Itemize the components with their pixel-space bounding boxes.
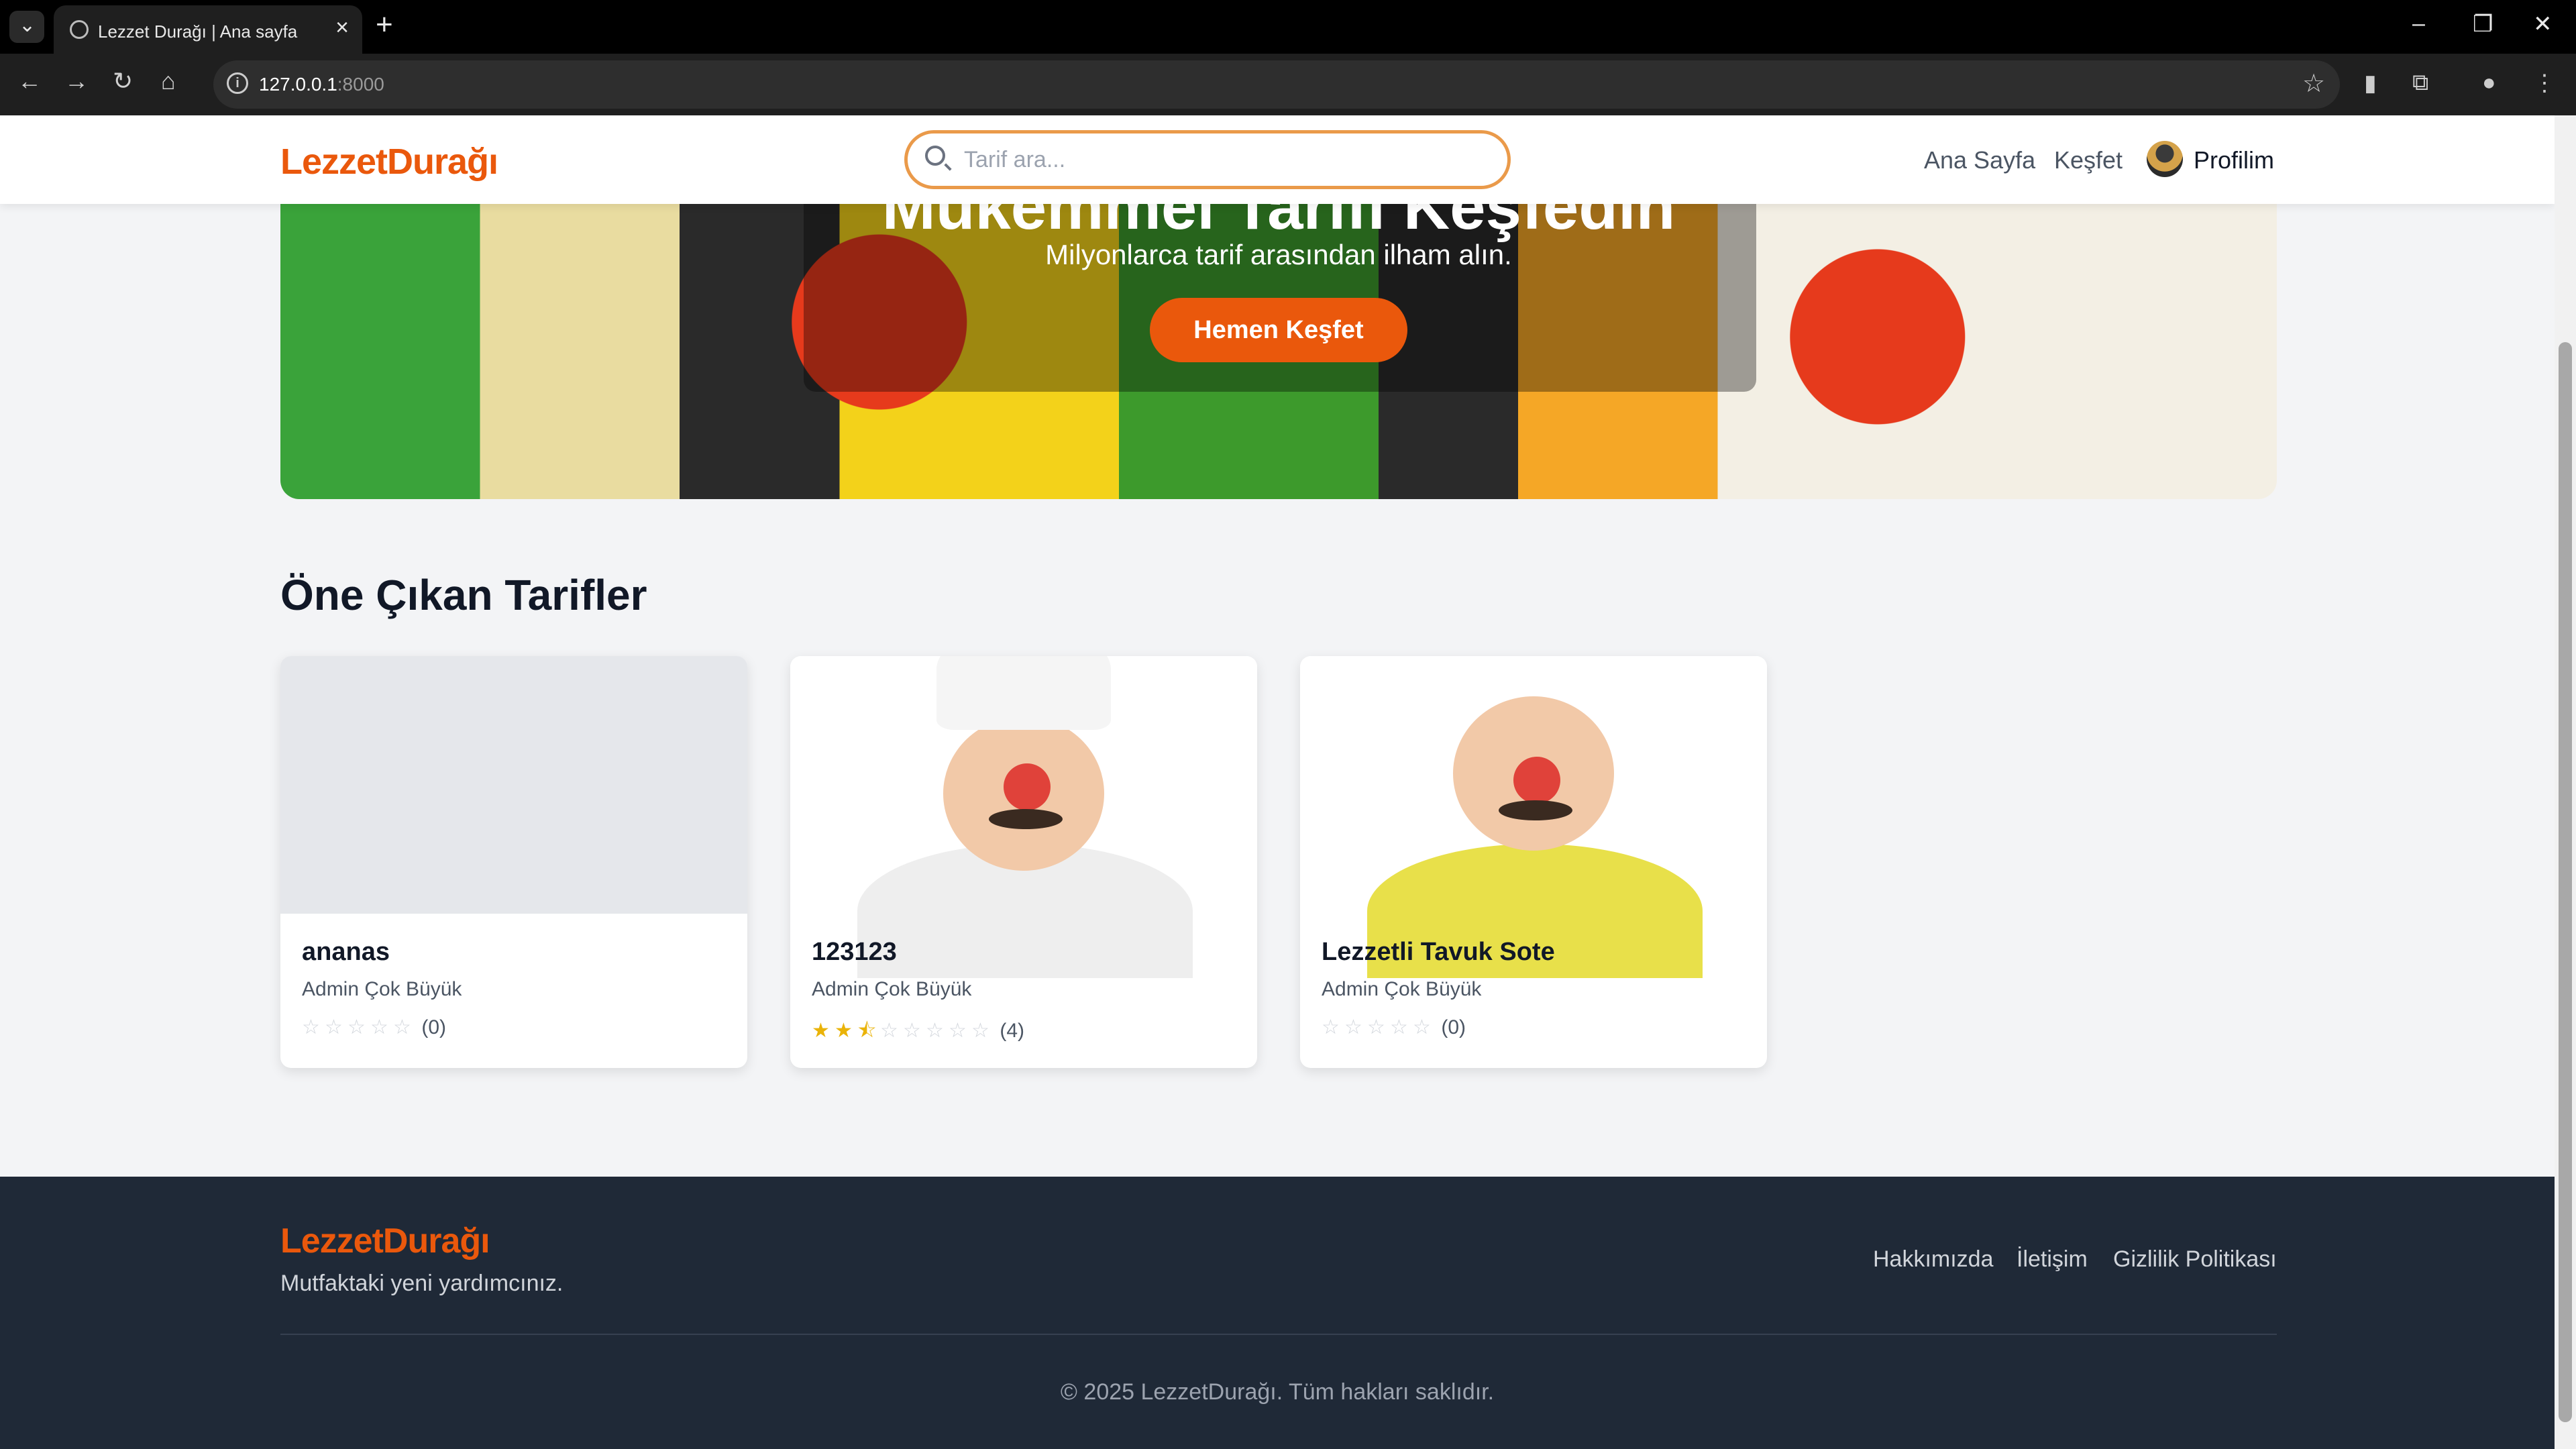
hero-title: Mükemmel Tarifi Keşfedin: [881, 204, 1676, 243]
tab-search-button[interactable]: ⌄: [9, 11, 44, 43]
bookmark-star-icon[interactable]: ☆: [2302, 68, 2325, 99]
footer-tagline: Mutfaktaki yeni yardımcınız.: [280, 1271, 564, 1296]
extensions-icon[interactable]: ⧉: [2412, 70, 2428, 96]
star-icon: ☆: [926, 1020, 944, 1042]
star-icon: ☆: [971, 1020, 989, 1042]
reload-icon[interactable]: ↻: [113, 67, 133, 95]
nav-home-link[interactable]: Ana Sayfa: [1924, 146, 2035, 174]
star-icon: ★: [812, 1020, 830, 1042]
star-icon: ☆: [949, 1020, 967, 1042]
star-icon: ☆: [1344, 1016, 1362, 1038]
recipe-author: Admin Çok Büyük: [302, 978, 462, 1000]
nav-profile-link[interactable]: Profilim: [2194, 146, 2274, 174]
reading-list-icon[interactable]: ▮: [2364, 70, 2377, 97]
profile-avatar-icon[interactable]: ●: [2482, 70, 2496, 96]
recipe-title[interactable]: 123123: [812, 938, 897, 967]
recipe-title[interactable]: Lezzetli Tavuk Sote: [1322, 938, 1555, 967]
rating-count: (0): [1441, 1016, 1466, 1038]
chef-mustache-illustration: [989, 809, 1063, 829]
close-tab-icon[interactable]: ×: [335, 15, 349, 41]
restore-icon[interactable]: ❐: [2473, 11, 2493, 38]
recipe-rating: ☆ ☆ ☆ ☆ ☆ (0): [302, 1016, 446, 1039]
back-icon[interactable]: ←: [17, 67, 42, 95]
star-half-icon: ⯪: [857, 1020, 877, 1042]
browser-menu-icon[interactable]: ⋮: [2533, 70, 2556, 97]
site-header: LezzetDurağı Tarif ara... Ana Sayfa Keşf…: [0, 115, 2555, 204]
address-bar[interactable]: i 127.0.0.1:8000 ☆: [213, 60, 2340, 109]
window-close-icon[interactable]: ✕: [2533, 11, 2553, 38]
site-footer: LezzetDurağı Mutfaktaki yeni yardımcınız…: [0, 1177, 2555, 1449]
recipe-image: [1300, 656, 1767, 978]
footer-link-contact[interactable]: İletişim: [2017, 1246, 2088, 1273]
explore-now-button[interactable]: Hemen Keşfet: [1150, 298, 1407, 362]
tab-title: Lezzet Durağı | Ana sayfa: [98, 21, 298, 42]
footer-link-privacy[interactable]: Gizlilik Politikası: [2113, 1246, 2277, 1273]
recipe-rating: ★ ★ ⯪ ☆ ☆ ☆ ☆ ☆ (4): [812, 1016, 1024, 1050]
recipe-image: [790, 656, 1257, 978]
recipe-card[interactable]: 123123 Admin Çok Büyük ★ ★ ⯪ ☆ ☆ ☆ ☆ ☆ (4): [790, 656, 1257, 1068]
footer-copyright: © 2025 LezzetDurağı. Tüm hakları saklıdı…: [1060, 1379, 1495, 1405]
footer-link-about[interactable]: Hakkımızda: [1873, 1246, 1994, 1273]
minimize-icon[interactable]: –: [2412, 11, 2425, 37]
browser-tab[interactable]: Lezzet Durağı | Ana sayfa ×: [54, 5, 362, 54]
star-icon: ☆: [1322, 1016, 1340, 1038]
star-icon: ☆: [325, 1016, 343, 1038]
recipe-rating: ☆ ☆ ☆ ☆ ☆ (0): [1322, 1016, 1466, 1039]
recipe-author: Admin Çok Büyük: [1322, 978, 1482, 1000]
site-info-icon[interactable]: i: [227, 72, 248, 94]
search-icon: [925, 146, 945, 166]
chef-hat-illustration: [936, 656, 1111, 730]
search-input[interactable]: Tarif ara...: [904, 130, 1511, 189]
url-text: 127.0.0.1:8000: [259, 74, 384, 95]
globe-icon: [70, 20, 89, 39]
new-tab-button[interactable]: +: [376, 8, 393, 42]
hero-banner: Mükemmel Tarifi Keşfedin Milyonlarca tar…: [280, 204, 2277, 499]
site-logo[interactable]: LezzetDurağı: [280, 141, 498, 182]
search-placeholder: Tarif ara...: [964, 147, 1066, 172]
star-icon: ☆: [347, 1016, 366, 1038]
recipe-title[interactable]: ananas: [302, 938, 390, 967]
star-icon: ☆: [1367, 1016, 1385, 1038]
star-icon: ☆: [370, 1016, 388, 1038]
home-icon[interactable]: ⌂: [161, 67, 176, 95]
star-icon: ☆: [302, 1016, 320, 1038]
recipe-author: Admin Çok Büyük: [812, 978, 972, 1000]
star-icon: ☆: [880, 1020, 898, 1042]
scrollbar-thumb[interactable]: [2559, 342, 2572, 1422]
forward-icon[interactable]: →: [64, 67, 89, 95]
chef-mustache-illustration: [1499, 800, 1572, 820]
user-avatar-icon[interactable]: [2147, 141, 2183, 177]
chef-nose-illustration: [1004, 763, 1051, 810]
nav-explore-link[interactable]: Keşfet: [2054, 146, 2123, 174]
featured-title: Öne Çıkan Tarifler: [280, 571, 647, 619]
footer-logo[interactable]: LezzetDurağı: [280, 1221, 490, 1261]
star-icon: ☆: [393, 1016, 411, 1038]
star-icon: ★: [835, 1020, 853, 1042]
recipe-card[interactable]: Lezzetli Tavuk Sote Admin Çok Büyük ☆ ☆ ☆ ☆…: [1300, 656, 1767, 1068]
recipe-image-placeholder: [280, 656, 747, 914]
rating-count: (4): [1000, 1020, 1025, 1042]
page-viewport: Mükemmel Tarifi Keşfedin Milyonlarca tar…: [0, 115, 2555, 1449]
hero-subtitle: Milyonlarca tarif arasından ilham alın.: [1045, 239, 1512, 270]
star-icon: ☆: [903, 1020, 921, 1042]
rating-count: (0): [421, 1016, 447, 1038]
recipe-card[interactable]: ananas Admin Çok Büyük ☆ ☆ ☆ ☆ ☆ (0): [280, 656, 747, 1068]
star-icon: ☆: [1390, 1016, 1408, 1038]
chef-nose-illustration: [1513, 757, 1560, 804]
star-icon: ☆: [1413, 1016, 1431, 1038]
footer-divider: [280, 1334, 2277, 1335]
